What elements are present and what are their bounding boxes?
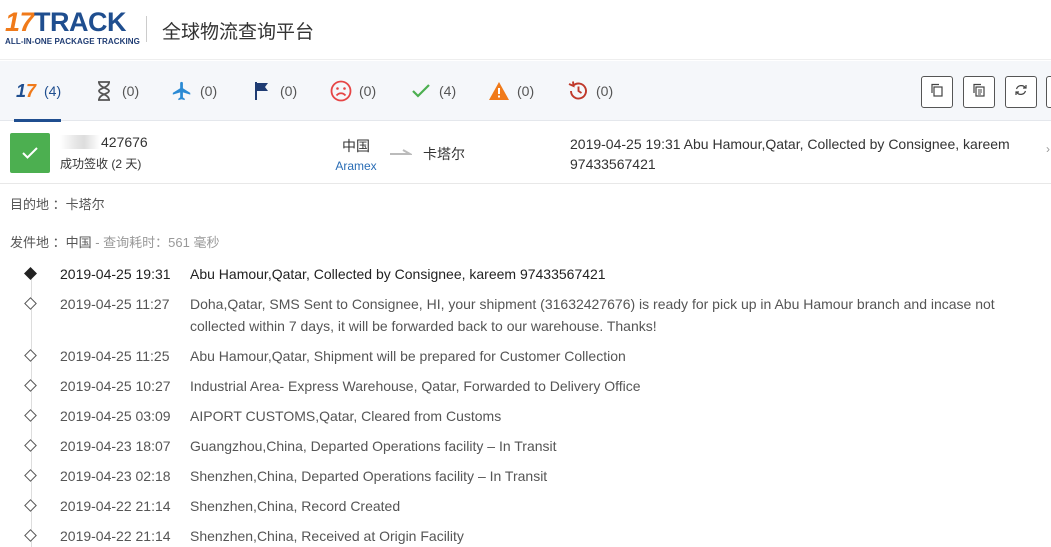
- tab-count: (0): [280, 83, 298, 99]
- timeline-dot-icon: [24, 499, 37, 512]
- event-description: AIPORT CUSTOMS,Qatar, Cleared from Custo…: [190, 408, 502, 424]
- latest-event: 2019-04-25 19:31 Abu Hamour,Qatar, Colle…: [570, 136, 1010, 172]
- tab-count: (0): [517, 83, 535, 99]
- query-time: - 查询耗时：561 毫秒: [91, 235, 220, 250]
- tab-count: (0): [200, 83, 218, 99]
- timeline-dot-icon: [24, 469, 37, 482]
- delivery-status: 成功签收 (2 天): [60, 157, 142, 171]
- expand-icon[interactable]: ›: [1046, 142, 1050, 156]
- tab-undelivered[interactable]: (0): [329, 61, 376, 121]
- event-time: 2019-04-22 21:14: [60, 528, 171, 544]
- site-title: 全球物流查询平台: [162, 21, 315, 43]
- event-description: Shenzhen,China, Departed Operations faci…: [190, 468, 548, 484]
- timeline-dot-icon: [24, 409, 37, 422]
- tab-count: (0): [359, 83, 377, 99]
- status-tab-bar: 17 (4) (0) (0) (0) (0) (4) (0) (0): [0, 61, 1051, 122]
- event-description: Shenzhen,China, Record Created: [190, 498, 401, 514]
- origin-country: 中国: [342, 138, 370, 154]
- event-time: 2019-04-25 19:31: [60, 266, 171, 282]
- check-icon: [22, 147, 38, 159]
- timeline-dot-icon: [24, 349, 37, 362]
- event-description: Abu Hamour,Qatar, Collected by Consignee…: [190, 266, 606, 282]
- event-time: 2019-04-25 10:27: [60, 378, 171, 394]
- event-description: Shenzhen,China, Received at Origin Facil…: [190, 528, 464, 544]
- header-divider: [146, 16, 147, 42]
- copy-all-button[interactable]: [963, 76, 995, 108]
- more-button[interactable]: [1046, 76, 1051, 108]
- tab-count: (0): [122, 83, 140, 99]
- masked-digits: [60, 135, 100, 149]
- 17track-logo[interactable]: 17TRACK ALL-IN-ONE PACKAGE TRACKING: [5, 8, 140, 46]
- tab-not-found[interactable]: (0): [92, 61, 139, 121]
- tracking-number[interactable]: 427676: [60, 134, 148, 150]
- refresh-button[interactable]: [1005, 76, 1037, 108]
- tab-expired[interactable]: (0): [566, 61, 613, 121]
- document-copy-icon: [972, 83, 986, 102]
- event-description: Abu Hamour,Qatar, Shipment will be prepa…: [190, 348, 626, 364]
- timeline-dot-icon: [24, 529, 37, 542]
- tab-count: (0): [596, 83, 614, 99]
- timeline-dot-icon: [24, 267, 37, 280]
- copy-button[interactable]: [921, 76, 953, 108]
- tab-count: (4): [439, 83, 457, 99]
- event-description: Doha,Qatar, SMS Sent to Consignee, HI, y…: [190, 296, 995, 334]
- tab-pick-up[interactable]: (0): [250, 61, 297, 121]
- tracking-number-suffix: 427676: [101, 134, 148, 150]
- sad-face-icon: [329, 79, 353, 103]
- tab-alert[interactable]: (0): [487, 61, 534, 121]
- route-arrow-icon: [390, 149, 412, 155]
- 17track-logo-icon: 17: [15, 80, 37, 101]
- flag-icon: [250, 79, 274, 103]
- shipment-summary-row[interactable]: 427676 成功签收 (2 天) 中国 Aramex 卡塔尔 2019-04-…: [0, 122, 1051, 184]
- origin-info: 发件地 ：中国 - 查询耗时：561 毫秒: [10, 232, 219, 251]
- carrier-link[interactable]: Aramex: [335, 159, 377, 173]
- event-time: 2019-04-25 11:27: [60, 296, 170, 312]
- copy-icon: [930, 83, 944, 102]
- logo-mark: 17TRACK: [5, 7, 127, 37]
- event-time: 2019-04-23 18:07: [60, 438, 171, 454]
- event-time: 2019-04-25 03:09: [60, 408, 171, 424]
- destination-info: 目的地 ：卡塔尔: [10, 197, 105, 212]
- warning-icon: [487, 79, 511, 103]
- event-time: 2019-04-22 21:14: [60, 498, 171, 514]
- tab-delivered[interactable]: (4): [409, 61, 456, 121]
- timeline-dot-icon: [24, 297, 37, 310]
- event-time: 2019-04-25 11:25: [60, 348, 170, 364]
- header: 17TRACK ALL-IN-ONE PACKAGE TRACKING 全球物流…: [0, 0, 1051, 60]
- origin-label: 发件地 ：中国: [10, 235, 92, 250]
- hourglass-icon: [92, 79, 116, 103]
- check-icon: [409, 79, 433, 103]
- tab-all[interactable]: 17 (4): [14, 61, 62, 122]
- history-icon: [566, 79, 590, 103]
- plane-icon: [170, 79, 194, 103]
- timeline-dot-icon: [24, 379, 37, 392]
- tab-count: (4): [44, 83, 62, 99]
- event-description: Industrial Area- Express Warehouse, Qata…: [190, 378, 641, 394]
- event-time: 2019-04-23 02:18: [60, 468, 171, 484]
- destination-country: 卡塔尔: [423, 146, 465, 162]
- tab-in-transit[interactable]: (0): [170, 61, 217, 121]
- timeline-dot-icon: [24, 439, 37, 452]
- delivered-status-badge: [10, 133, 50, 173]
- event-description: Guangzhou,China, Departed Operations fac…: [190, 438, 557, 454]
- refresh-icon: [1014, 83, 1028, 102]
- logo-tagline: ALL-IN-ONE PACKAGE TRACKING: [5, 37, 140, 46]
- origin-block: 中国 Aramex: [335, 136, 377, 173]
